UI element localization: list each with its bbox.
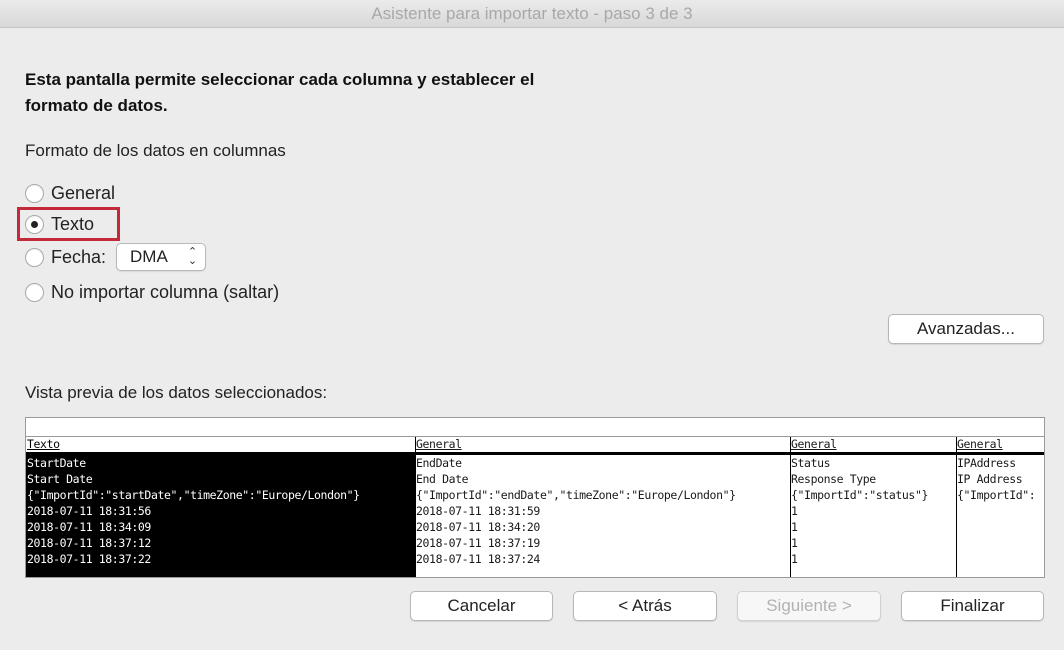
preview-cell: Status [791,456,831,470]
column-type-header[interactable]: General [790,437,956,455]
column-divider [415,437,416,577]
preview-column-2[interactable]: General EndDate End Date {"ImportId":"en… [415,437,790,577]
window-title: Asistente para importar texto - paso 3 d… [371,3,693,23]
column-type-header[interactable]: General [415,437,790,455]
heading-line-1: Esta pantalla permite seleccionar cada c… [25,70,535,89]
up-down-chevron-icon: ⌃ ⌄ [187,246,198,267]
preview-cell: EndDate [416,456,462,470]
advanced-button[interactable]: Avanzadas... [888,314,1044,344]
date-format-select[interactable]: DMA ⌃ ⌄ [116,243,207,271]
window-titlebar: Asistente para importar texto - paso 3 d… [0,0,1064,28]
preview-cell [956,503,1044,519]
preview-cell [956,535,1044,551]
preview-cell: {"ImportId": [957,488,1036,502]
radio-general-circle[interactable] [25,184,44,203]
preview-grid: Texto StartDate Start Date {"ImportId":"… [26,437,1044,577]
column-divider [790,437,791,577]
preview-cell: 1 [791,520,798,534]
radio-texto[interactable]: Texto [25,214,94,235]
radio-texto-label: Texto [51,214,95,234]
preview-cell: 2018-07-11 18:37:19 [416,536,540,550]
preview-cell: IPAddress [957,456,1016,470]
preview-cell: 1 [791,504,798,518]
preview-cell: Start Date [27,472,93,486]
radio-fecha[interactable]: Fecha: DMA ⌃ ⌄ [25,243,207,271]
preview-label: Vista previa de los datos seleccionados: [25,383,328,402]
heading-line-2: formato de datos. [25,96,168,115]
preview-cell: 2018-07-11 18:31:56 [27,504,151,518]
preview-cell: End Date [416,472,469,486]
radio-texto-circle[interactable] [25,215,44,234]
preview-cell [956,551,1044,567]
preview-cell: 2018-07-11 18:34:20 [416,520,540,534]
preview-cell: 2018-07-11 18:37:12 [27,536,151,550]
preview-column-4[interactable]: General IPAddress IP Address {"ImportId"… [956,437,1044,577]
page-heading: Esta pantalla permite seleccionar cada c… [25,67,705,119]
radio-skip-column-circle[interactable] [25,283,44,302]
radio-general[interactable]: General [25,183,115,204]
preview-cell: IP Address [957,472,1023,486]
preview-cell: {"ImportId":"endDate","timeZone":"Europe… [416,488,736,502]
column-type-header[interactable]: Texto [26,437,415,455]
radio-fecha-circle[interactable] [25,247,44,267]
preview-cell: 1 [791,536,798,550]
preview-cell: {"ImportId":"startDate","timeZone":"Euro… [27,488,360,502]
data-preview-pane[interactable]: Texto StartDate Start Date {"ImportId":"… [25,417,1045,578]
next-button[interactable]: Siguiente > [737,591,881,621]
preview-column-1[interactable]: Texto StartDate Start Date {"ImportId":"… [26,437,415,577]
finish-button[interactable]: Finalizar [901,591,1044,621]
radio-selected-dot [31,221,38,228]
preview-cell: StartDate [27,456,86,470]
preview-cell: {"ImportId":"status"} [791,488,928,502]
preview-ruler [26,418,1044,437]
column-divider [956,437,957,577]
format-section-label: Formato de los datos en columnas [25,141,286,160]
preview-cell: 2018-07-11 18:37:22 [27,552,151,566]
preview-cell: 2018-07-11 18:34:09 [27,520,151,534]
cancel-button[interactable]: Cancelar [410,591,553,621]
radio-fecha-label: Fecha: [51,246,107,267]
radio-general-label: General [51,183,116,203]
date-format-value: DMA [130,247,168,266]
preview-cell: 2018-07-11 18:37:24 [416,552,540,566]
preview-cell: Response Type [791,472,876,486]
back-button[interactable]: < Atrás [573,591,717,621]
column-type-header[interactable]: General [956,437,1044,455]
preview-cell: 1 [791,552,798,566]
radio-skip-column[interactable]: No importar columna (saltar) [25,282,279,303]
preview-cell: 2018-07-11 18:31:59 [416,504,540,518]
radio-skip-column-label: No importar columna (saltar) [51,282,280,302]
preview-cell [956,519,1044,535]
preview-column-3[interactable]: General Status Response Type {"ImportId"… [790,437,956,577]
